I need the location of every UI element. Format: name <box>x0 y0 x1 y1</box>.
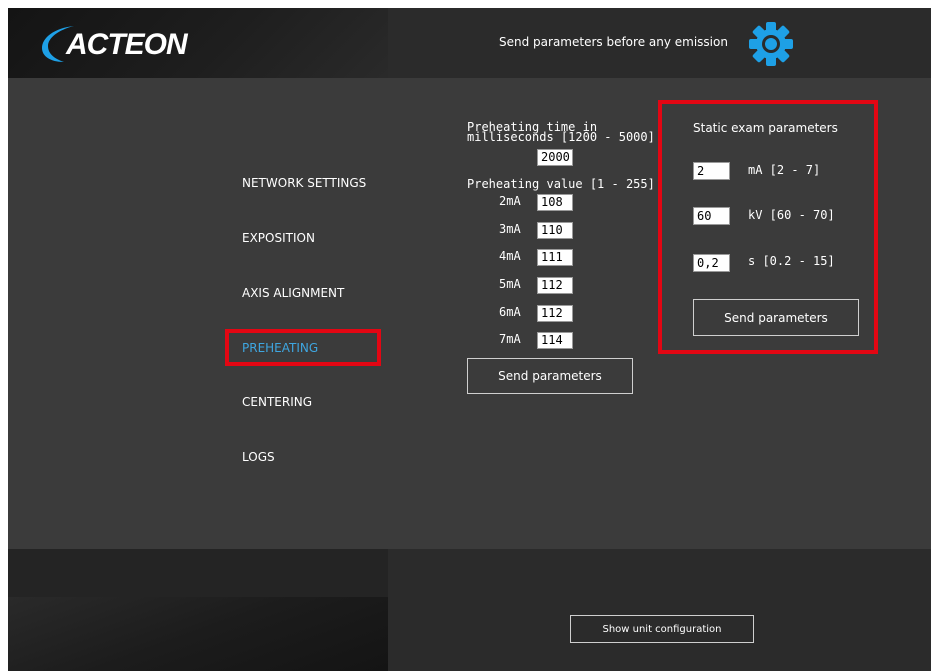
row-7ma-label: 7mA <box>499 332 521 346</box>
preheating-time-label: Preheating time in milliseconds [1200 - … <box>467 121 655 144</box>
row-3ma-label: 3mA <box>499 222 521 236</box>
static-send-button[interactable]: Send parameters <box>693 299 859 336</box>
header-message: Send parameters before any emission <box>499 35 728 49</box>
menu-item-network-settings[interactable]: NETWORK SETTINGS <box>242 176 366 190</box>
preheating-send-button[interactable]: Send parameters <box>467 358 633 394</box>
preheating-time-label-line2: milliseconds [1200 - 5000] <box>467 130 655 144</box>
row-6ma-label: 6mA <box>499 305 521 319</box>
footer-left-decor <box>8 597 388 671</box>
menu-item-logs[interactable]: LOGS <box>242 450 275 464</box>
preheating-time-input[interactable]: 2000 <box>537 149 573 166</box>
menu-item-axis-alignment[interactable]: AXIS ALIGNMENT <box>242 286 344 300</box>
row-2ma-label: 2mA <box>499 194 521 208</box>
row-4ma-input[interactable]: 111 <box>537 249 573 266</box>
static-ma-label: mA [2 - 7] <box>748 163 821 177</box>
preheating-highlight-box <box>225 329 381 366</box>
footer-bar <box>388 549 931 671</box>
app-window: ACTEON Send parameters before any emissi… <box>8 8 931 671</box>
static-kv-label: kV [60 - 70] <box>748 208 835 222</box>
row-5ma-input[interactable]: 112 <box>537 277 573 294</box>
menu-item-centering[interactable]: CENTERING <box>242 395 312 409</box>
row-4ma-label: 4mA <box>499 249 521 263</box>
menu-item-exposition[interactable]: EXPOSITION <box>242 231 315 245</box>
static-s-label: s [0.2 - 15] <box>748 254 835 268</box>
row-3ma-input[interactable]: 110 <box>537 222 573 239</box>
static-s-input[interactable]: 0,2 <box>693 254 730 272</box>
acteon-logo: ACTEON <box>38 22 188 66</box>
logo-text: ACTEON <box>66 28 188 61</box>
preheating-value-label: Preheating value [1 - 255] <box>467 177 655 191</box>
row-6ma-input[interactable]: 112 <box>537 305 573 322</box>
row-5ma-label: 5mA <box>499 277 521 291</box>
static-kv-input[interactable]: 60 <box>693 207 730 225</box>
footer-left-panel <box>8 549 388 597</box>
gear-icon[interactable] <box>746 19 796 69</box>
show-unit-configuration-button[interactable]: Show unit configuration <box>570 615 754 643</box>
row-2ma-input[interactable]: 108 <box>537 194 573 211</box>
header-logo-area: ACTEON <box>8 8 388 78</box>
row-7ma-input[interactable]: 114 <box>537 332 573 349</box>
static-exam-title: Static exam parameters <box>693 121 838 135</box>
static-ma-input[interactable]: 2 <box>693 162 730 180</box>
